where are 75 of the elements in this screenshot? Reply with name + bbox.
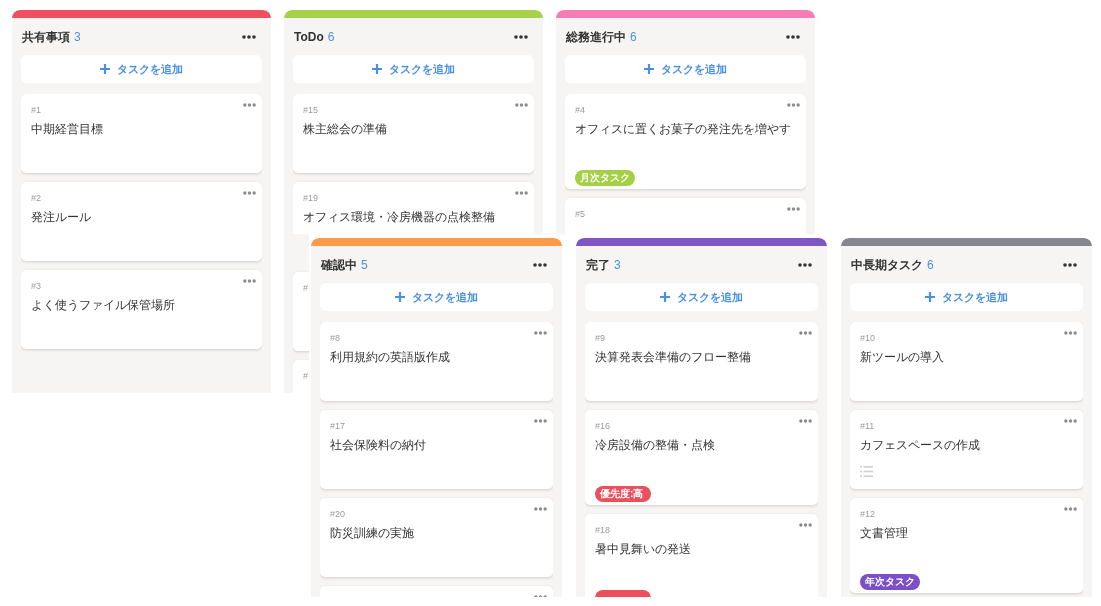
task-number: #12 [860, 508, 876, 521]
column-title: ToDo [294, 28, 324, 46]
task-title: カフェスペースの作成 [860, 437, 981, 454]
task-number: #17 [330, 420, 346, 433]
column-title: 完了 [586, 256, 610, 274]
task-count: 5 [361, 256, 368, 274]
more-icon[interactable] [1063, 262, 1077, 267]
task-title: 防災訓練の実施 [330, 525, 415, 542]
task-title: 暑中見舞いの発送 [595, 541, 692, 558]
task-number: #10 [860, 332, 876, 345]
plus-icon [925, 292, 935, 302]
more-icon[interactable] [514, 34, 528, 39]
column-title: 確認中 [321, 256, 357, 274]
column-title: 中長期タスク [851, 256, 923, 274]
task-title: 利用規約の英語版作成 [330, 349, 451, 366]
task-title: オフィス環境・冷房機器の点検整備 [303, 209, 496, 226]
task-number: #2 [31, 192, 41, 205]
plus-icon [644, 64, 654, 74]
task-card[interactable]: #3 よく使うファイル保管場所 [21, 270, 262, 349]
plus-icon [660, 292, 670, 302]
more-icon[interactable] [242, 34, 256, 39]
task-title: 中期経営目標 [31, 121, 104, 138]
task-tag: 優先度:高 [595, 486, 651, 502]
task-title: 決算発表会準備のフロー整備 [595, 349, 752, 366]
task-number: #5 [575, 208, 585, 221]
more-icon[interactable] [786, 34, 800, 39]
task-card[interactable]: #12 文書管理 年次タスク [850, 498, 1083, 593]
task-card[interactable]: #9 決算発表会準備のフロー整備 [585, 322, 818, 401]
task-number: #15 [303, 104, 319, 117]
task-card[interactable]: #2 発注ルール [21, 182, 262, 261]
task-number: #8 [330, 332, 340, 345]
task-number: #1 [31, 104, 41, 117]
task-tag: 年次タスク [860, 574, 920, 590]
task-number: # [303, 370, 308, 383]
task-title: よく使うファイル保管場所 [31, 297, 176, 314]
plus-icon [100, 64, 110, 74]
task-count: 6 [927, 256, 934, 274]
task-tag: 月次タスク [575, 170, 635, 186]
task-card[interactable]: #11 カフェスペースの作成 [850, 410, 1083, 489]
task-title: 文書管理 [860, 525, 909, 542]
task-count: 6 [327, 28, 335, 46]
more-icon[interactable] [533, 262, 547, 267]
task-card[interactable]: #17 社会保険料の納付 [320, 410, 553, 489]
task-number: #18 [595, 524, 611, 537]
task-number: #16 [595, 420, 611, 433]
task-title: 株主総会の準備 [303, 121, 388, 138]
task-title: 冷房設備の整備・点検 [595, 437, 716, 454]
task-card[interactable]: #20 防災訓練の実施 [320, 498, 553, 577]
task-count: 3 [614, 256, 621, 274]
task-number: #19 [303, 192, 319, 205]
plus-icon [372, 64, 382, 74]
task-count: 3 [74, 28, 81, 46]
column-title: 総務進行中 [566, 28, 626, 46]
task-card[interactable]: #1 中期経営目標 [21, 94, 262, 173]
task-card[interactable]: #8 利用規約の英語版作成 [320, 322, 553, 401]
task-number: #3 [31, 280, 41, 293]
task-title: オフィスに置くお菓子の発注先を増やす [575, 121, 792, 138]
plus-icon [395, 292, 405, 302]
task-number: # [303, 282, 308, 295]
task-number: #9 [595, 332, 605, 345]
task-card[interactable]: #10 新ツールの導入 [850, 322, 1083, 401]
task-card[interactable]: #19 オフィス環境・冷房機器の点検整備 [293, 182, 534, 234]
task-title: 新ツールの導入 [860, 349, 945, 366]
task-card[interactable]: #16 冷房設備の整備・点検 優先度:高 [585, 410, 818, 505]
task-card[interactable]: #18 暑中見舞いの発送 [585, 514, 818, 597]
task-number: #4 [575, 104, 585, 117]
more-icon[interactable] [798, 262, 812, 267]
task-number: #11 [860, 420, 875, 433]
task-card[interactable]: #4 オフィスに置くお菓子の発注先を増やす 月次タスク [565, 94, 806, 189]
task-number: #20 [330, 508, 346, 521]
column-title: 共有事項 [22, 28, 70, 46]
task-card[interactable]: #15 株主総会の準備 [293, 94, 534, 173]
task-title: 発注ルール [31, 209, 92, 226]
task-title: 社会保険料の納付 [330, 437, 427, 454]
task-count: 6 [630, 28, 637, 46]
